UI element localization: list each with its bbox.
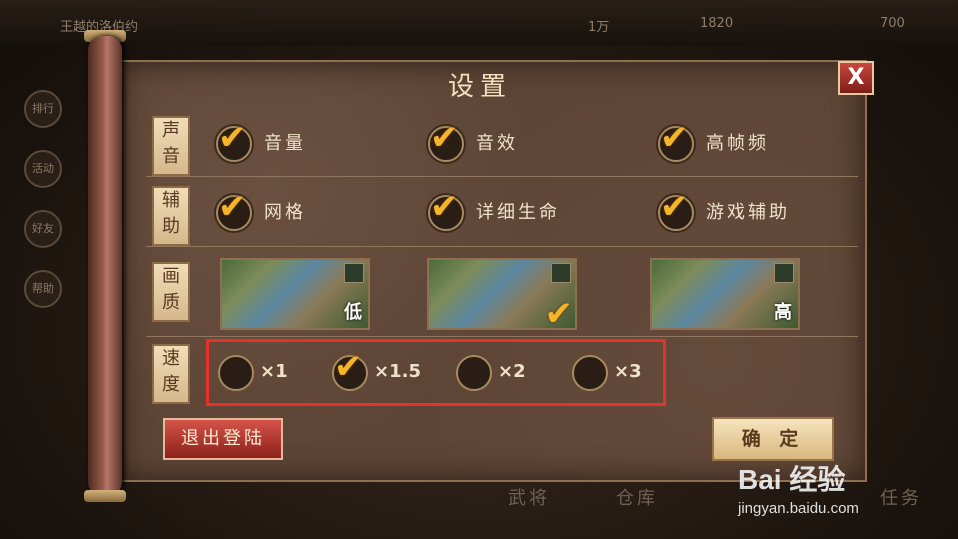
option-label: 高帧频 <box>706 133 769 154</box>
quality-medium-thumbnail[interactable]: ✔ <box>427 258 577 334</box>
side-menu-event[interactable]: 活动 <box>24 150 62 188</box>
speed-option-x3[interactable]: ×3 <box>570 353 642 391</box>
side-menu-label: 帮助 <box>32 282 54 295</box>
check-icon: ✔ <box>544 294 574 334</box>
close-button[interactable]: X <box>838 61 874 95</box>
quality-label: 低 <box>344 302 362 323</box>
quality-high-thumbnail[interactable]: 高 <box>650 258 800 330</box>
minimap-preview <box>551 263 571 283</box>
watermark-url: jingyan.baidu.com <box>738 500 859 517</box>
radio-button[interactable] <box>454 353 492 391</box>
dialog-title: 设置 <box>447 72 512 102</box>
divider <box>146 246 858 247</box>
side-menu-rank[interactable]: 排行 <box>24 90 62 128</box>
resource-gold: 1820 <box>700 16 734 31</box>
speed-label: ×3 <box>614 360 642 382</box>
bottom-nav-generals[interactable]: 武将 <box>508 484 550 510</box>
checkbox[interactable]: ✔ <box>426 118 464 162</box>
checkbox[interactable]: ✔ <box>426 187 464 231</box>
side-menu-help[interactable]: 帮助 <box>24 270 62 308</box>
speed-label: ×2 <box>498 360 526 382</box>
option-label: 音效 <box>476 133 518 154</box>
confirm-button[interactable]: 确 定 <box>712 417 834 461</box>
radio-button[interactable] <box>216 353 254 391</box>
speed-option-x2[interactable]: ×2 <box>454 353 526 391</box>
quality-low-thumbnail[interactable]: 低 <box>220 258 370 330</box>
scroll-roller <box>88 36 122 496</box>
radio-button[interactable] <box>570 353 608 391</box>
resource-silver: 1万 <box>588 20 610 35</box>
checkbox[interactable]: ✔ <box>214 187 252 231</box>
baidu-logo: Bai 经验 <box>738 464 846 495</box>
section-tag-assist: 辅助 <box>152 186 190 246</box>
option-label: 音量 <box>264 133 306 154</box>
baidu-watermark: Bai 经验 jingyan.baidu.com <box>738 458 859 517</box>
check-icon: ✔ <box>218 118 247 158</box>
bottom-nav-tasks[interactable]: 任务 <box>880 484 922 510</box>
section-tag-quality: 画质 <box>152 262 190 322</box>
speed-label: ×1 <box>260 360 288 382</box>
checkbox[interactable]: ✔ <box>214 118 252 162</box>
check-icon: ✔ <box>430 187 459 227</box>
option-label: 游戏辅助 <box>706 202 790 223</box>
top-resource-bar <box>0 0 958 46</box>
option-label: 网格 <box>264 202 306 223</box>
divider <box>146 336 858 337</box>
quality-label: 高 <box>774 302 792 323</box>
option-volume[interactable]: ✔ 音量 <box>214 118 306 162</box>
check-icon: ✔ <box>218 187 247 227</box>
check-icon: ✔ <box>660 187 689 227</box>
speed-label: ×1.5 <box>374 360 421 382</box>
check-icon: ✔ <box>334 347 363 387</box>
option-sound-effects[interactable]: ✔ 音效 <box>426 118 518 162</box>
side-menu-label: 活动 <box>32 162 54 175</box>
option-game-assist[interactable]: ✔ 游戏辅助 <box>656 187 790 231</box>
bottom-nav-warehouse[interactable]: 仓库 <box>616 484 658 510</box>
scroll-cap-bottom <box>84 490 126 502</box>
side-menu-label: 好友 <box>32 222 54 235</box>
check-icon: ✔ <box>430 118 459 158</box>
option-label: 详细生命 <box>476 202 560 223</box>
speed-option-x1[interactable]: ×1 <box>216 353 288 391</box>
side-menu-friends[interactable]: 好友 <box>24 210 62 248</box>
section-tag-sound: 声音 <box>152 116 190 176</box>
minimap-preview <box>774 263 794 283</box>
checkbox[interactable]: ✔ <box>656 118 694 162</box>
speed-option-x1-5[interactable]: ✔ ×1.5 <box>330 347 421 391</box>
option-high-framerate[interactable]: ✔ 高帧频 <box>656 118 769 162</box>
radio-button[interactable]: ✔ <box>330 347 368 391</box>
resource-gems: 700 <box>880 16 905 31</box>
check-icon: ✔ <box>660 118 689 158</box>
minimap-preview <box>344 263 364 283</box>
option-detailed-health[interactable]: ✔ 详细生命 <box>426 187 560 231</box>
logout-button[interactable]: 退出登陆 <box>163 418 283 460</box>
option-grid[interactable]: ✔ 网格 <box>214 187 306 231</box>
side-menu-label: 排行 <box>32 102 54 115</box>
divider <box>146 176 858 177</box>
section-tag-speed: 速度 <box>152 344 190 404</box>
checkbox[interactable]: ✔ <box>656 187 694 231</box>
